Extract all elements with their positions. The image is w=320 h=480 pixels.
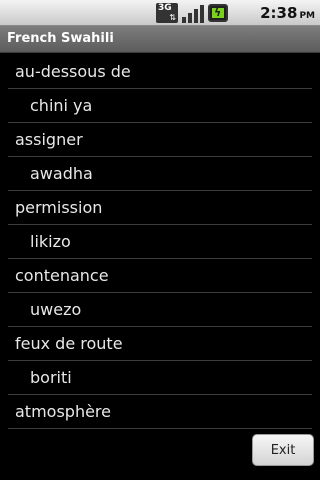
swahili-word: boriti (30, 368, 72, 387)
clock: 2:38 PM (260, 2, 315, 27)
list-item-partial: ˌ (8, 430, 320, 432)
list-item[interactable]: boriti (8, 362, 312, 395)
exit-button[interactable]: Exit (252, 434, 314, 466)
status-bar: 3G ⇅ ϟ 2:38 PM (0, 0, 320, 26)
signal-strength-icon (182, 3, 204, 23)
french-word: assigner (15, 130, 83, 149)
title-bar: French Swahili (0, 26, 320, 53)
app-title: French Swahili (7, 31, 114, 46)
french-word: contenance (15, 266, 109, 285)
list-item[interactable]: likizo (8, 226, 312, 259)
swahili-word: awadha (30, 164, 93, 183)
battery-charging-icon: ϟ (208, 3, 232, 23)
list-item[interactable]: awadha (8, 158, 312, 191)
list-item[interactable]: permission (8, 192, 312, 225)
list-item[interactable]: chini ya (8, 90, 312, 123)
swahili-word: chini ya (30, 96, 93, 115)
word-list[interactable]: au-dessous de chini ya assigner awadha p… (0, 56, 320, 432)
clock-time: 2:38 (260, 4, 298, 22)
status-icons: 3G ⇅ ϟ (156, 3, 232, 23)
list-item[interactable]: feux de route (8, 328, 312, 361)
list-item[interactable]: assigner (8, 124, 312, 157)
3g-data-icon: 3G ⇅ (156, 3, 178, 23)
swahili-word: likizo (30, 232, 71, 251)
list-item[interactable]: contenance (8, 260, 312, 293)
french-word: permission (15, 198, 103, 217)
network-badge: 3G (158, 3, 172, 13)
list-item[interactable]: au-dessous de (8, 56, 312, 89)
swahili-word: uwezo (30, 300, 82, 319)
french-word: feux de route (15, 334, 123, 353)
list-item[interactable]: atmosphère (8, 396, 312, 429)
french-word: au-dessous de (15, 62, 131, 81)
app-screen: 3G ⇅ ϟ 2:38 PM French Swahili au-dessous … (0, 0, 320, 480)
list-item[interactable]: uwezo (8, 294, 312, 327)
clock-ampm: PM (299, 11, 315, 21)
french-word: atmosphère (15, 402, 111, 421)
